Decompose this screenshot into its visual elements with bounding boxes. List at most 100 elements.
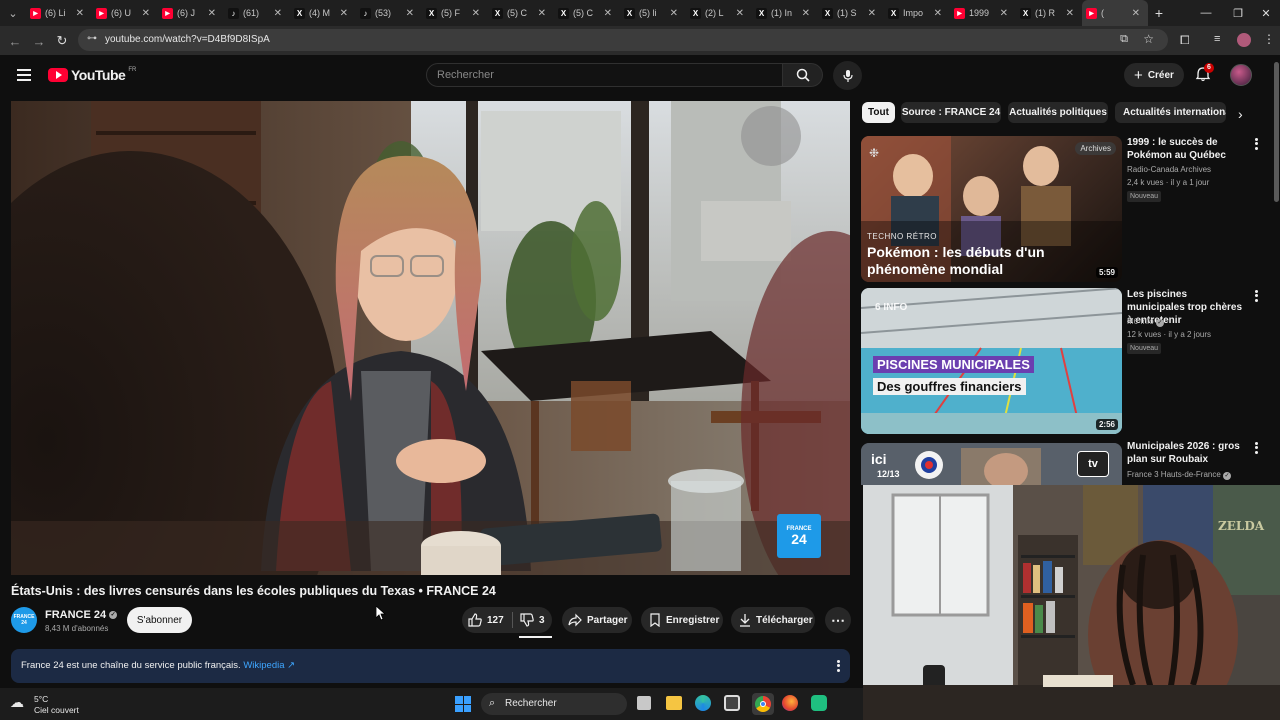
share-button[interactable]: Partager — [562, 607, 632, 633]
tab-close-icon[interactable]: ✕ — [142, 8, 150, 19]
app-icon-green[interactable] — [811, 695, 827, 711]
tab-close-icon[interactable]: ✕ — [1000, 8, 1008, 19]
browser-tab[interactable]: X (5) li ✕ — [620, 0, 686, 26]
like-button[interactable]: 127 — [462, 613, 512, 627]
thumbs-down-icon — [520, 613, 534, 627]
firefox-icon[interactable] — [782, 695, 798, 711]
more-actions-button[interactable]: ⋯ — [825, 607, 851, 633]
video-title: États-Unis : des livres censurés dans le… — [11, 584, 496, 598]
rec-title-1[interactable]: 1999 : le succès de Pokémon au Québec — [1127, 136, 1247, 162]
x-icon: X — [492, 7, 503, 19]
tab-close-icon[interactable]: ✕ — [1132, 8, 1140, 19]
notifications-button[interactable]: 6 — [1195, 63, 1214, 84]
voice-search-button[interactable] — [833, 61, 862, 90]
browser-tab[interactable]: X (1) S ✕ — [818, 0, 884, 26]
search-input[interactable]: Rechercher — [426, 63, 783, 87]
rec-thumbnail-3[interactable]: ici 12/13 tv — [861, 443, 1122, 485]
page-scrollbar[interactable] — [1274, 62, 1279, 202]
filter-chip[interactable]: Actualités internationales — [1115, 102, 1226, 123]
browser-tab[interactable]: X (5) C ✕ — [488, 0, 554, 26]
browser-tab[interactable]: ▶ (6) U ✕ — [92, 0, 158, 26]
rec-title-3[interactable]: Municipales 2026 : gros plan sur Roubaix — [1127, 440, 1247, 466]
site-info-icon[interactable]: ⊶ — [87, 33, 97, 44]
browser-tab[interactable]: X (1) R ✕ — [1016, 0, 1082, 26]
tab-close-icon[interactable]: ✕ — [1066, 8, 1074, 19]
video-player[interactable]: FRANCE 24 — [11, 101, 850, 575]
dislike-button[interactable]: 3 — [513, 613, 545, 627]
channel-avatar[interactable]: FRANCE 24 — [11, 607, 37, 633]
browser-tab[interactable]: ▶ (6) Li ✕ — [26, 0, 92, 26]
rec-thumbnail-2[interactable]: 6 INFO PISCINES MUNICIPALES Des gouffres… — [861, 288, 1122, 434]
subscriber-count: 8,43 M d'abonnés — [45, 624, 109, 633]
reload-icon[interactable]: ↻ — [53, 32, 71, 50]
browser-tab[interactable]: ▶ 1999 ✕ — [950, 0, 1016, 26]
rec-channel-2[interactable]: M6 Info ✓ — [1127, 315, 1164, 328]
filter-chip[interactable]: Actualités politiques — [1008, 102, 1108, 123]
tab-close-icon[interactable]: ✕ — [472, 8, 480, 19]
wikipedia-link[interactable]: Wikipedia ↗ — [243, 660, 295, 671]
rec-menu-icon-3[interactable] — [1251, 441, 1261, 455]
save-button[interactable]: Enregistrer — [641, 607, 723, 633]
close-window-icon[interactable]: ✕ — [1250, 0, 1280, 26]
media-control-icon[interactable]: ≡ — [1214, 33, 1220, 45]
account-avatar[interactable] — [1230, 64, 1252, 86]
taskbar-search-box[interactable]: ⌕ Rechercher — [481, 693, 627, 715]
rec-channel-3[interactable]: France 3 Hauts-de-France ✓ — [1127, 468, 1232, 481]
tab-list-chevron-icon[interactable]: ⌄ — [0, 0, 26, 26]
store-icon[interactable] — [724, 695, 740, 711]
forward-arrow-icon[interactable]: → — [30, 32, 48, 50]
browser-tab[interactable]: X (5) C ✕ — [554, 0, 620, 26]
browser-tab[interactable]: ♪ (53) ✕ — [356, 0, 422, 26]
browser-tab[interactable]: X Impo ✕ — [884, 0, 950, 26]
filter-chip[interactable]: Tout — [862, 102, 895, 123]
thumbs-up-icon — [468, 613, 482, 627]
channel-name-row[interactable]: FRANCE 24 ✓ — [45, 609, 118, 621]
browser-tab[interactable]: X (1) In ✕ — [752, 0, 818, 26]
url-field[interactable]: ⊶ youtube.com/watch?v=D4Bf9D8ISpA ⧉ ☆ — [78, 29, 1168, 51]
download-button[interactable]: Télécharger — [731, 607, 815, 633]
tab-close-icon[interactable]: ✕ — [868, 8, 876, 19]
tab-close-icon[interactable]: ✕ — [208, 8, 216, 19]
task-view-icon[interactable] — [637, 696, 651, 710]
filter-chip[interactable]: Source : FRANCE 24 — [901, 102, 1001, 123]
subscribe-button[interactable]: S'abonner — [127, 607, 192, 633]
profile-avatar[interactable] — [1237, 33, 1251, 47]
rec-menu-icon-1[interactable] — [1251, 137, 1261, 151]
new-tab-icon[interactable]: + — [1148, 5, 1170, 21]
browser-tab[interactable]: ▶ (✕ — [1082, 0, 1148, 26]
tab-close-icon[interactable]: ✕ — [340, 8, 348, 19]
browser-tab[interactable]: ▶ (6) J ✕ — [158, 0, 224, 26]
browser-menu-icon[interactable]: ⋮ — [1263, 32, 1275, 46]
search-button[interactable] — [783, 63, 823, 87]
extensions-icon[interactable]: ⧠ — [1180, 33, 1190, 48]
info-panel-menu-icon[interactable] — [833, 659, 843, 673]
tab-close-icon[interactable]: ✕ — [934, 8, 942, 19]
tab-close-icon[interactable]: ✕ — [604, 8, 612, 19]
tiktok-icon: ♪ — [360, 7, 371, 19]
rec-thumbnail-1[interactable]: ❉ Archives TECHNO RÉTRO Pokémon : les dé… — [861, 136, 1122, 282]
minimize-icon[interactable]: — — [1190, 0, 1222, 26]
browser-tab[interactable]: ♪ (61) ✕ — [224, 0, 290, 26]
rec-menu-icon-2[interactable] — [1251, 289, 1261, 303]
back-arrow-icon[interactable]: ← — [6, 32, 24, 50]
rec-channel-1[interactable]: Radio-Canada Archives — [1127, 163, 1211, 176]
chips-next-chevron-icon[interactable]: › — [1238, 106, 1243, 122]
tab-close-icon[interactable]: ✕ — [76, 8, 84, 19]
bookmark-star-icon[interactable]: ☆ — [1143, 32, 1154, 46]
browser-tab[interactable]: X (2) L ✕ — [686, 0, 752, 26]
youtube-logo[interactable]: YouTube FR — [48, 67, 136, 83]
tab-close-icon[interactable]: ✕ — [274, 8, 282, 19]
hamburger-menu-icon[interactable] — [17, 69, 31, 81]
tab-close-icon[interactable]: ✕ — [538, 8, 546, 19]
browser-tab[interactable]: X (5) F ✕ — [422, 0, 488, 26]
tab-close-icon[interactable]: ✕ — [406, 8, 414, 19]
tab-close-icon[interactable]: ✕ — [736, 8, 744, 19]
windows-start-icon[interactable] — [455, 696, 471, 712]
tab-close-icon[interactable]: ✕ — [670, 8, 678, 19]
create-button[interactable]: + Créer — [1124, 63, 1184, 87]
tab-close-icon[interactable]: ✕ — [802, 8, 810, 19]
browser-tab[interactable]: X (4) M ✕ — [290, 0, 356, 26]
file-explorer-icon[interactable] — [666, 696, 682, 710]
cast-icon[interactable]: ⧉ — [1120, 33, 1128, 46]
edge-browser-icon[interactable] — [695, 695, 711, 711]
